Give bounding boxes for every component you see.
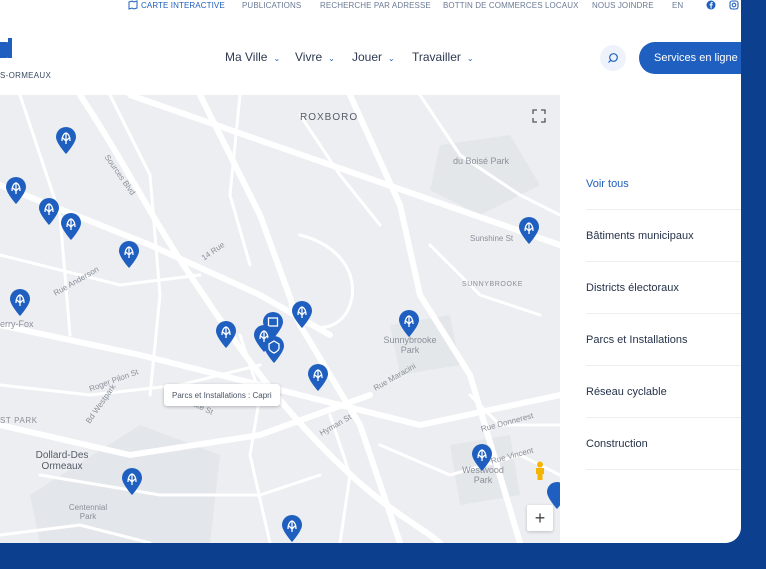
top-link-recherche-par-adresse[interactable]: RECHERCHE PAR ADRESSE <box>320 1 431 10</box>
map-marker-icon[interactable] <box>118 241 140 269</box>
map-marker-icon[interactable] <box>471 444 493 472</box>
map-marker-icon[interactable] <box>5 177 27 205</box>
map-label-sunshine-st: Sunshine St <box>470 234 514 243</box>
city-logo[interactable] <box>0 38 20 68</box>
map-label-st-park: ST PARK <box>0 416 38 425</box>
map-marker-icon[interactable] <box>55 127 77 155</box>
logo-text: S-ORMEAUX <box>0 71 52 80</box>
chevron-down-icon: ⌄ <box>466 54 474 63</box>
sidebar-item-districts-electoraux[interactable]: Districts électoraux <box>586 262 741 314</box>
nav-label-jouer: Jouer <box>352 50 383 64</box>
services-en-ligne-button[interactable]: Services en ligne <box>639 42 741 74</box>
interactive-map[interactable]: ROXBORO du Boisé Park SUNNYBROOKE Sunshi… <box>0 95 560 543</box>
nav-label-vivre: Vivre <box>295 50 323 64</box>
top-link-bottin-commerces[interactable]: BOTTIN DE COMMERCES LOCAUX <box>443 1 579 10</box>
browser-page: CARTE INTERACTIVE PUBLICATIONS RECHERCHE… <box>0 0 741 543</box>
map-marker-icon[interactable] <box>215 321 237 349</box>
nav-label-ma-ville: Ma Ville <box>225 50 268 64</box>
sidebar-item-parcs-installations[interactable]: Parcs et Installations <box>586 314 741 366</box>
map-label-sunnybrooke-park: Sunnybrooke Park <box>383 335 437 355</box>
sidebar-item-construction[interactable]: Construction <box>586 418 741 470</box>
map-icon <box>128 0 138 10</box>
map-marker-icon[interactable] <box>9 289 31 317</box>
map-marker-icon[interactable] <box>121 468 143 496</box>
nav-item-jouer[interactable]: Jouer ⌄ <box>352 50 395 64</box>
nav-item-vivre[interactable]: Vivre ⌄ <box>295 50 335 64</box>
map-marker-icon[interactable] <box>398 310 420 338</box>
map-marker-icon[interactable] <box>291 301 313 329</box>
map-label-roxboro: ROXBORO <box>300 112 359 123</box>
instagram-icon[interactable] <box>729 0 739 10</box>
sidebar-item-reseau-cyclable[interactable]: Réseau cyclable <box>586 366 741 418</box>
zoom-in-button[interactable]: + <box>527 505 553 531</box>
search-button[interactable] <box>600 45 626 71</box>
top-link-nous-joindre[interactable]: NOUS JOINDRE <box>592 1 654 10</box>
search-icon <box>608 53 618 63</box>
chevron-down-icon: ⌄ <box>328 54 335 63</box>
map-marker-icon[interactable] <box>38 198 60 226</box>
layer-sidebar: Voir tous Bâtiments municipaux Districts… <box>560 95 741 543</box>
top-link-publications[interactable]: PUBLICATIONS <box>242 1 301 10</box>
top-link-carte-interactive[interactable]: CARTE INTERACTIVE <box>141 1 225 10</box>
street-view-pegman-icon[interactable] <box>533 461 547 481</box>
map-label-du-boise-park: du Boisé Park <box>453 156 510 166</box>
chevron-down-icon: ⌄ <box>273 54 281 63</box>
map-label-sunnybrooke: SUNNYBROOKE <box>462 281 524 288</box>
top-link-language-en[interactable]: EN <box>672 1 683 10</box>
map-marker-icon[interactable] <box>281 515 303 543</box>
map-marker-icon[interactable] <box>307 364 329 392</box>
sidebar-item-voir-tous[interactable]: Voir tous <box>586 158 741 210</box>
top-utility-bar: CARTE INTERACTIVE PUBLICATIONS RECHERCHE… <box>0 0 741 12</box>
map-label-terry-fox: erry-Fox <box>0 319 34 329</box>
plus-icon: + <box>534 507 546 528</box>
nav-label-travailler: Travailler <box>412 50 461 64</box>
chevron-down-icon: ⌄ <box>388 54 395 63</box>
map-label-dollard-des-ormeaux: Dollard-Des Ormeaux <box>35 450 89 472</box>
map-marker-icon[interactable] <box>60 213 82 241</box>
services-label: Services en ligne <box>654 52 738 64</box>
nav-item-travailler[interactable]: Travailler ⌄ <box>412 50 474 64</box>
facebook-icon[interactable] <box>706 0 716 10</box>
map-label-centennial-park: Centennial Park <box>68 503 108 521</box>
nav-item-ma-ville[interactable]: Ma Ville ⌄ <box>225 50 280 64</box>
sidebar-item-batiments-municipaux[interactable]: Bâtiments municipaux <box>586 210 741 262</box>
map-tooltip: Parcs et Installations : Capri <box>164 384 280 406</box>
fullscreen-icon[interactable] <box>531 108 547 124</box>
map-marker-icon[interactable] <box>263 336 285 364</box>
map-marker-icon[interactable] <box>518 217 540 245</box>
